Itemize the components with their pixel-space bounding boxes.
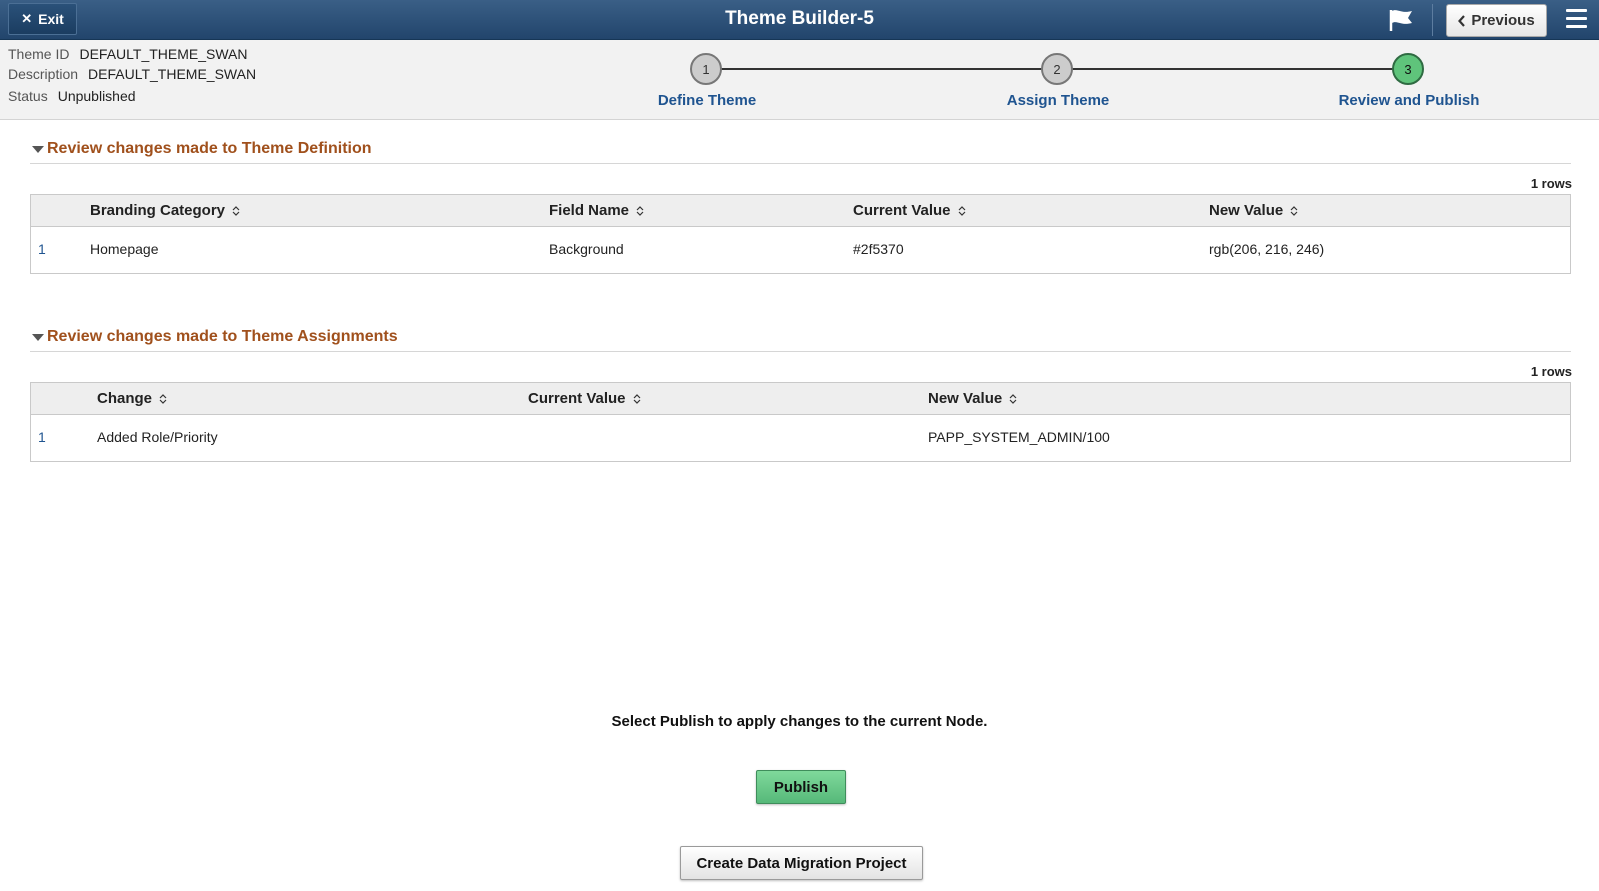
col-current-value[interactable]: Current Value xyxy=(853,202,967,219)
train-connector xyxy=(1070,68,1410,70)
sort-icon xyxy=(232,205,240,216)
sort-icon xyxy=(159,393,167,404)
sort-icon xyxy=(1009,393,1017,404)
theme-id-row: Theme ID DEFAULT_THEME_SWAN xyxy=(8,46,248,62)
cell-field-name: Background xyxy=(549,241,624,257)
cell-new-value: rgb(206, 216, 246) xyxy=(1209,241,1325,257)
col-field-name[interactable]: Field Name xyxy=(549,202,645,219)
sort-icon xyxy=(958,205,965,216)
status-row: Status Unpublished xyxy=(8,88,136,104)
col-label: Branding Category xyxy=(90,202,226,219)
previous-label: Previous xyxy=(1471,12,1535,29)
publish-instruction: Select Publish to apply changes to the c… xyxy=(611,713,988,730)
previous-button[interactable]: Previous xyxy=(1446,4,1547,37)
col-new-value[interactable]: New Value xyxy=(928,390,1018,407)
cell-branding-category: Homepage xyxy=(90,241,159,257)
hamburger-menu-icon[interactable] xyxy=(1566,9,1587,29)
cell-new-value: PAPP_SYSTEM_ADMIN/100 xyxy=(928,429,1110,445)
publish-button[interactable]: Publish xyxy=(756,770,846,804)
description-label: Description xyxy=(8,66,79,82)
assignments-row-count: 1 rows xyxy=(1530,364,1572,379)
row-number: 1 xyxy=(38,429,46,445)
col-label: Change xyxy=(97,390,153,407)
exit-label: Exit xyxy=(38,11,64,27)
assignments-section-header[interactable]: Review changes made to Theme Assignments xyxy=(30,328,1571,352)
assignments-section-title: Review changes made to Theme Assignments xyxy=(47,328,398,345)
col-label: New Value xyxy=(928,390,1003,407)
cell-current-value: #2f5370 xyxy=(853,241,904,257)
theme-id-value: DEFAULT_THEME_SWAN xyxy=(79,46,248,62)
description-row: Description DEFAULT_THEME_SWAN xyxy=(8,66,256,82)
col-branding-category[interactable]: Branding Category xyxy=(90,202,241,219)
definition-grid: Branding Category Field Name Current Val… xyxy=(30,194,1571,274)
header-bar: ✕ Exit Theme Builder-5 Previous xyxy=(0,0,1599,40)
page-title: Theme Builder-5 xyxy=(725,8,874,29)
col-label: Current Value xyxy=(528,390,626,407)
definition-section-title: Review changes made to Theme Definition xyxy=(47,140,372,157)
col-current-value[interactable]: Current Value xyxy=(528,390,642,407)
definition-grid-header: Branding Category Field Name Current Val… xyxy=(31,195,1570,227)
table-row: 1 Homepage Background #2f5370 rgb(206, 2… xyxy=(31,227,1570,273)
cell-change: Added Role/Priority xyxy=(97,429,218,445)
assignments-grid-header: Change Current Value New Value xyxy=(31,383,1570,415)
col-new-value[interactable]: New Value xyxy=(1209,202,1299,219)
col-label: Field Name xyxy=(549,202,630,219)
create-migration-project-button[interactable]: Create Data Migration Project xyxy=(680,846,923,880)
train-connector xyxy=(720,68,1050,70)
sort-icon xyxy=(1290,205,1298,216)
step-1-circle[interactable]: 1 xyxy=(690,53,722,85)
description-value: DEFAULT_THEME_SWAN xyxy=(88,66,257,82)
chevron-left-icon xyxy=(1458,14,1466,27)
status-value: Unpublished xyxy=(57,88,136,104)
status-label: Status xyxy=(8,88,48,104)
header-divider xyxy=(1432,4,1433,36)
row-number: 1 xyxy=(38,241,46,257)
exit-button[interactable]: ✕ Exit xyxy=(8,3,77,35)
col-label: Current Value xyxy=(853,202,951,219)
table-row: 1 Added Role/Priority PAPP_SYSTEM_ADMIN/… xyxy=(31,415,1570,461)
theme-id-label: Theme ID xyxy=(8,46,70,62)
collapse-triangle-icon xyxy=(32,334,44,341)
step-define-theme-link[interactable]: Define Theme xyxy=(658,92,756,109)
assignments-grid: Change Current Value New Value 1 Added R… xyxy=(30,382,1571,462)
flag-icon[interactable] xyxy=(1388,8,1414,32)
col-change[interactable]: Change xyxy=(97,390,168,407)
definition-section-header[interactable]: Review changes made to Theme Definition xyxy=(30,140,1571,164)
collapse-triangle-icon xyxy=(32,146,44,153)
step-review-publish-link[interactable]: Review and Publish xyxy=(1339,92,1480,109)
step-3-circle[interactable]: 3 xyxy=(1392,53,1424,85)
definition-row-count: 1 rows xyxy=(1530,176,1572,191)
sort-icon xyxy=(636,205,644,216)
col-label: New Value xyxy=(1209,202,1284,219)
step-assign-theme-link[interactable]: Assign Theme xyxy=(1007,92,1110,109)
close-icon: ✕ xyxy=(21,11,33,26)
step-2-circle[interactable]: 2 xyxy=(1041,53,1073,85)
sort-icon xyxy=(633,393,640,404)
